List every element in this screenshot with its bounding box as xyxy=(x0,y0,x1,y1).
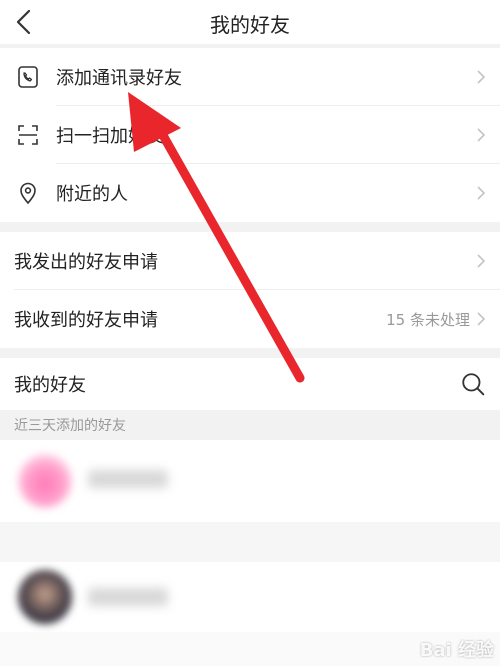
add-friend-options: 添加通讯录好友 扫一扫加好友 附近的人 xyxy=(0,48,500,222)
menu-item-label: 附近的人 xyxy=(56,184,128,205)
avatar xyxy=(18,570,72,624)
search-icon[interactable] xyxy=(460,371,486,397)
recent-friends-section-header: 近三天添加的好友 xyxy=(0,410,500,440)
friend-name-blurred xyxy=(88,588,168,606)
chevron-right-icon xyxy=(477,70,486,84)
received-requests-label: 我收到的好友申请 xyxy=(14,310,158,331)
menu-item-nearby[interactable]: 附近的人 xyxy=(0,164,500,222)
chevron-right-icon xyxy=(477,312,486,326)
friend-list-item[interactable] xyxy=(0,440,500,522)
menu-item-scan[interactable]: 扫一扫加好友 xyxy=(0,106,500,164)
sent-requests-item[interactable]: 我发出的好友申请 xyxy=(0,232,500,290)
chevron-right-icon xyxy=(477,186,486,200)
avatar xyxy=(18,454,72,508)
chevron-right-icon xyxy=(477,254,486,268)
list-spacer xyxy=(0,522,500,562)
menu-item-label: 添加通讯录好友 xyxy=(56,68,182,89)
recent-friends-label: 近三天添加的好友 xyxy=(14,418,126,434)
friend-requests-group: 我发出的好友申请 我收到的好友申请 15 条未处理 xyxy=(0,232,500,348)
pending-count: 15 条未处理 xyxy=(386,310,470,329)
phone-book-icon xyxy=(18,66,38,88)
menu-item-add-contacts[interactable]: 添加通讯录好友 xyxy=(0,48,500,106)
top-bar: 我的好友 xyxy=(0,0,500,44)
menu-item-label: 扫一扫加好友 xyxy=(56,126,164,147)
my-friends-title: 我的好友 xyxy=(14,375,86,396)
page-title: 我的好友 xyxy=(210,13,290,37)
my-friends-header: 我的好友 xyxy=(0,358,500,410)
received-requests-item[interactable]: 我收到的好友申请 15 条未处理 xyxy=(0,290,500,348)
chevron-right-icon xyxy=(477,128,486,142)
sent-requests-label: 我发出的好友申请 xyxy=(14,252,158,273)
friend-list-item[interactable] xyxy=(0,562,500,632)
friend-name-blurred xyxy=(88,470,168,488)
watermark-logo: Bai 经验 xyxy=(419,640,494,661)
location-pin-icon xyxy=(20,182,36,205)
scan-icon xyxy=(18,125,38,145)
